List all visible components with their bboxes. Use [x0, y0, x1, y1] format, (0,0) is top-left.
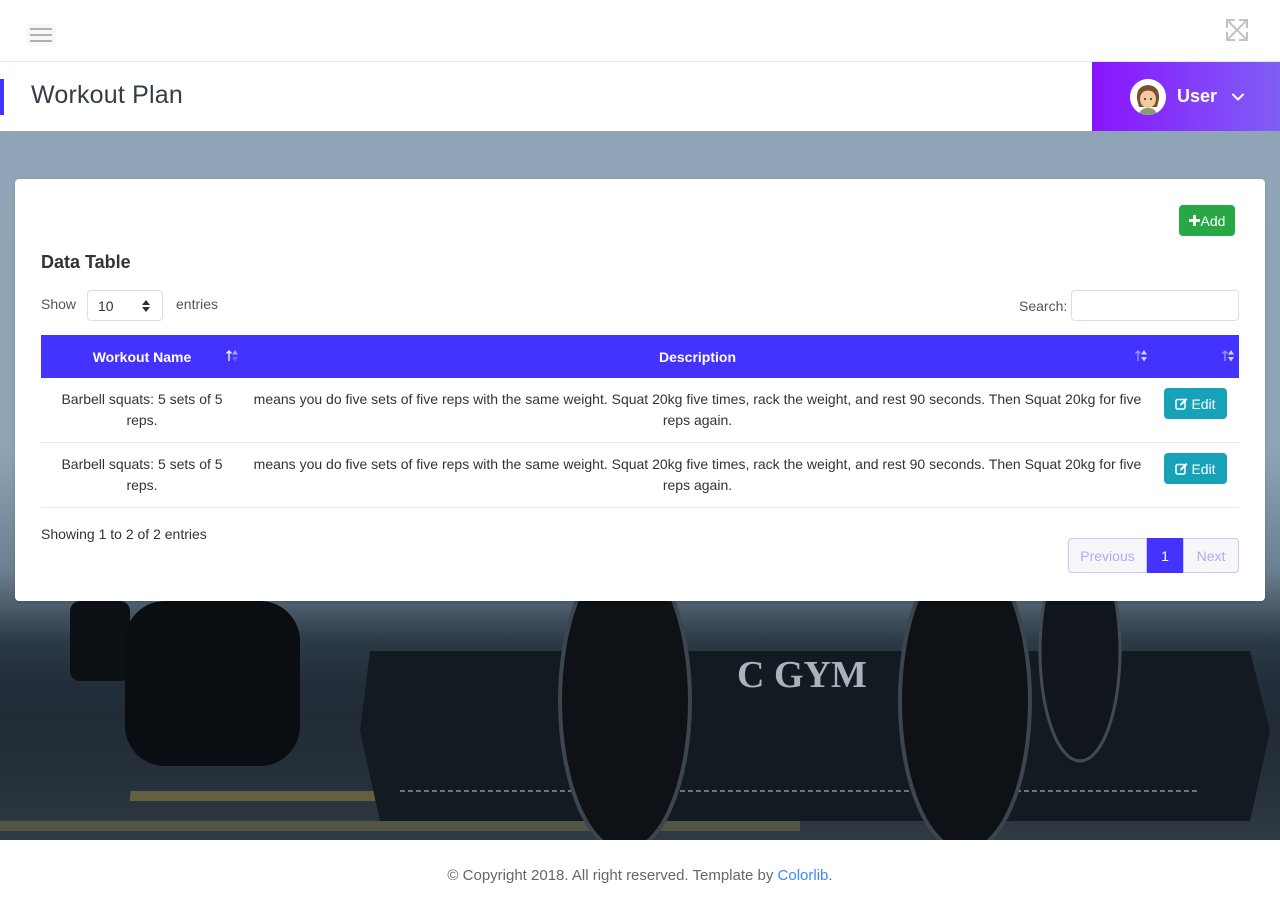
actions-cell: Edit [1152, 378, 1239, 443]
menu-line [30, 40, 52, 42]
edit-button[interactable]: Edit [1164, 388, 1227, 419]
entries-per-page-select[interactable]: 10 [87, 290, 163, 321]
pagination-page-1[interactable]: 1 [1147, 538, 1183, 573]
column-label: Description [658, 348, 736, 365]
edit-button-label: Edit [1191, 460, 1216, 477]
add-button[interactable]: Add [1179, 205, 1235, 236]
top-navbar [0, 0, 1280, 62]
menu-line [30, 28, 52, 30]
user-menu[interactable]: User [1092, 62, 1280, 131]
workout-name-cell: Barbell squats: 5 sets of 5 reps. [41, 442, 243, 508]
table-header-row: Workout Name Description [41, 335, 1239, 378]
page-title: Workout Plan [31, 81, 184, 109]
pagination-next[interactable]: Next [1183, 538, 1239, 573]
workout-table: Workout Name Description Barbell squats:… [41, 335, 1239, 508]
menu-line [30, 34, 52, 36]
column-header-description[interactable]: Description [243, 335, 1152, 378]
entries-per-page-value: 10 [98, 298, 114, 314]
colorlib-link[interactable]: Colorlib [778, 867, 829, 884]
sort-ascending-icon [226, 350, 238, 362]
pagination-previous[interactable]: Previous [1068, 538, 1147, 573]
table-row: Barbell squats: 5 sets of 5 reps. means … [41, 378, 1239, 443]
plus-icon [1188, 215, 1200, 226]
description-cell: means you do five sets of five reps with… [243, 378, 1152, 443]
actions-cell: Edit [1152, 442, 1239, 508]
search-label: Search: [1019, 298, 1068, 314]
column-label: Workout Name [92, 348, 192, 365]
copyright-suffix: . [828, 867, 833, 884]
select-arrows-icon [142, 300, 150, 312]
svg-text:C GYM: C GYM [737, 654, 867, 696]
edit-button[interactable]: Edit [1164, 453, 1227, 484]
footer: © Copyright 2018. All right reserved. Te… [0, 840, 1280, 910]
table-row: Barbell squats: 5 sets of 5 reps. means … [41, 442, 1239, 508]
user-avatar-icon [1130, 78, 1166, 115]
data-table-card: Add Data Table Show 10 entries Search: W… [15, 179, 1265, 601]
page-header: Workout Plan User [0, 62, 1280, 131]
user-name: User [1177, 86, 1218, 106]
chevron-down-icon [1232, 93, 1245, 100]
column-header-actions[interactable] [1152, 335, 1239, 378]
description-cell: means you do five sets of five reps with… [243, 442, 1152, 508]
edit-button-label: Edit [1191, 395, 1216, 412]
entries-label: entries [176, 296, 219, 312]
edit-icon [1175, 398, 1188, 410]
card-title: Data Table [41, 252, 131, 272]
sort-both-icon [1222, 350, 1234, 362]
table-info: Showing 1 to 2 of 2 entries [41, 526, 207, 542]
add-button-label: Add [1200, 212, 1226, 229]
sort-both-icon [1135, 350, 1147, 362]
pagination: Previous 1 Next [1068, 538, 1239, 573]
edit-icon [1175, 463, 1188, 475]
workout-name-cell: Barbell squats: 5 sets of 5 reps. [41, 378, 243, 443]
title-accent-bar [0, 79, 4, 115]
column-header-workout-name[interactable]: Workout Name [41, 335, 243, 378]
hamburger-menu-icon[interactable] [26, 24, 56, 46]
show-label: Show [41, 296, 77, 312]
copyright-text: © Copyright 2018. All right reserved. Te… [447, 867, 778, 884]
search-input[interactable] [1071, 290, 1239, 321]
expand-arrows-icon[interactable] [1224, 17, 1250, 43]
